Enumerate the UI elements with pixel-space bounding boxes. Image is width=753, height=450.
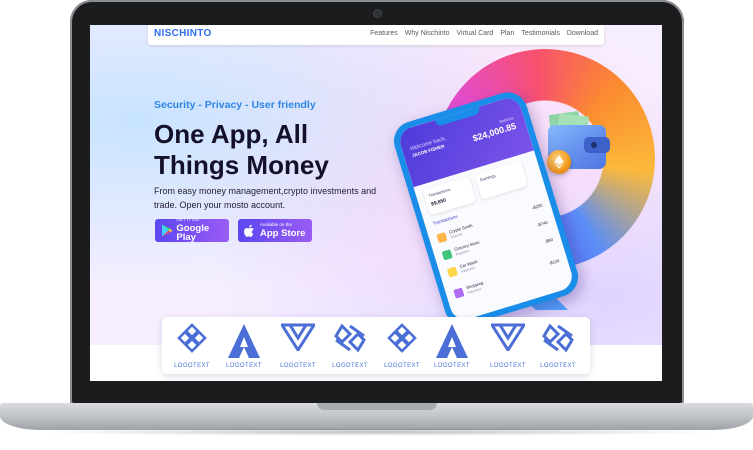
nav-link-why-nischinto[interactable]: Why Nischinto	[405, 30, 450, 37]
app-store-label: App Store	[260, 227, 306, 239]
transaction-amount: -$90	[544, 236, 554, 245]
brand-logo[interactable]: NISCHINTO	[154, 28, 212, 39]
webcam	[374, 10, 381, 17]
knot-logo-icon	[177, 323, 207, 353]
transaction-icon	[453, 287, 465, 299]
partner-logo: LOGOTEXT	[274, 323, 322, 369]
nav-link-virtual-card[interactable]: Virtual Card	[456, 30, 493, 37]
triangle-a-logo-icon	[436, 324, 468, 358]
logo-caption: LOGOTEXT	[174, 363, 210, 369]
laptop-base-notch	[317, 403, 437, 410]
hero-description: From easy money management,crypto invest…	[154, 186, 377, 210]
logo-caption: LOGOTEXT	[434, 363, 470, 369]
triangle-a-logo-icon	[228, 324, 260, 358]
google-play-icon	[160, 224, 173, 238]
partner-logo: LOGOTEXT	[428, 323, 476, 369]
partner-logo: LOGOTEXT	[484, 323, 532, 369]
w-logo-icon	[281, 323, 315, 351]
partner-logo: LOGOTEXT	[168, 323, 216, 369]
nav-link-download[interactable]: Download	[567, 30, 598, 37]
phone-section-title: Transactions	[432, 213, 459, 227]
logo-caption: LOGOTEXT	[226, 363, 262, 369]
app-store-button[interactable]: Available on the App Store	[238, 219, 312, 242]
logo-caption: LOGOTEXT	[332, 363, 368, 369]
google-play-label: Google Play	[176, 222, 210, 244]
google-play-button[interactable]: GET IT ON Google Play	[155, 218, 229, 244]
laptop-screen: NISCHINTO Features Why Nischinto Virtual…	[90, 25, 662, 381]
hero-headline: One App, All Things Money	[154, 119, 329, 180]
partner-logo: LOGOTEXT	[220, 323, 268, 369]
phone-card-earnings: Earnings	[474, 160, 529, 200]
phone-card-label: Earnings	[479, 172, 497, 183]
partner-logo: LOGOTEXT	[534, 323, 582, 369]
transaction-icon	[436, 232, 448, 244]
logo-caption: LOGOTEXT	[384, 363, 420, 369]
hero-tagline: Security - Privacy - User friendly	[154, 99, 316, 111]
phone-card-transactions: Transactions $9,650	[422, 176, 477, 216]
top-navbar: NISCHINTO Features Why Nischinto Virtual…	[148, 25, 604, 45]
w-logo-icon	[491, 323, 525, 351]
knot-logo-icon	[387, 323, 417, 353]
logo-caption: LOGOTEXT	[280, 363, 316, 369]
partner-logos-strip: LOGOTEXT LOGOTEXT LOGOTEXT LOGOTEXT LOGO…	[162, 317, 590, 374]
apple-icon	[243, 224, 257, 238]
partner-logo: LOGOTEXT	[378, 323, 426, 369]
logo-caption: LOGOTEXT	[540, 363, 576, 369]
nav-links: Features Why Nischinto Virtual Card Plan…	[370, 30, 598, 37]
diamond-logo-icon	[334, 323, 366, 353]
transaction-amount: -$740	[536, 219, 549, 228]
nav-link-testimonials[interactable]: Testimonials	[521, 30, 560, 37]
phone-balance: $24,000.85	[471, 120, 518, 144]
transaction-amount: -$120	[548, 257, 560, 266]
phone-card-value: $9,650	[430, 197, 447, 208]
app-store-small-text: Available on the	[260, 222, 292, 227]
diamond-logo-icon	[542, 323, 574, 353]
partner-logo: LOGOTEXT	[326, 323, 374, 369]
logo-caption: LOGOTEXT	[490, 363, 526, 369]
transaction-icon	[446, 266, 459, 278]
transaction-icon	[441, 249, 453, 261]
transaction-amount: -$250	[531, 202, 543, 211]
laptop-shadow	[30, 428, 723, 436]
phone-card-label: Transactions	[427, 186, 452, 199]
nav-link-plan[interactable]: Plan	[500, 30, 514, 37]
nav-link-features[interactable]: Features	[370, 30, 398, 37]
